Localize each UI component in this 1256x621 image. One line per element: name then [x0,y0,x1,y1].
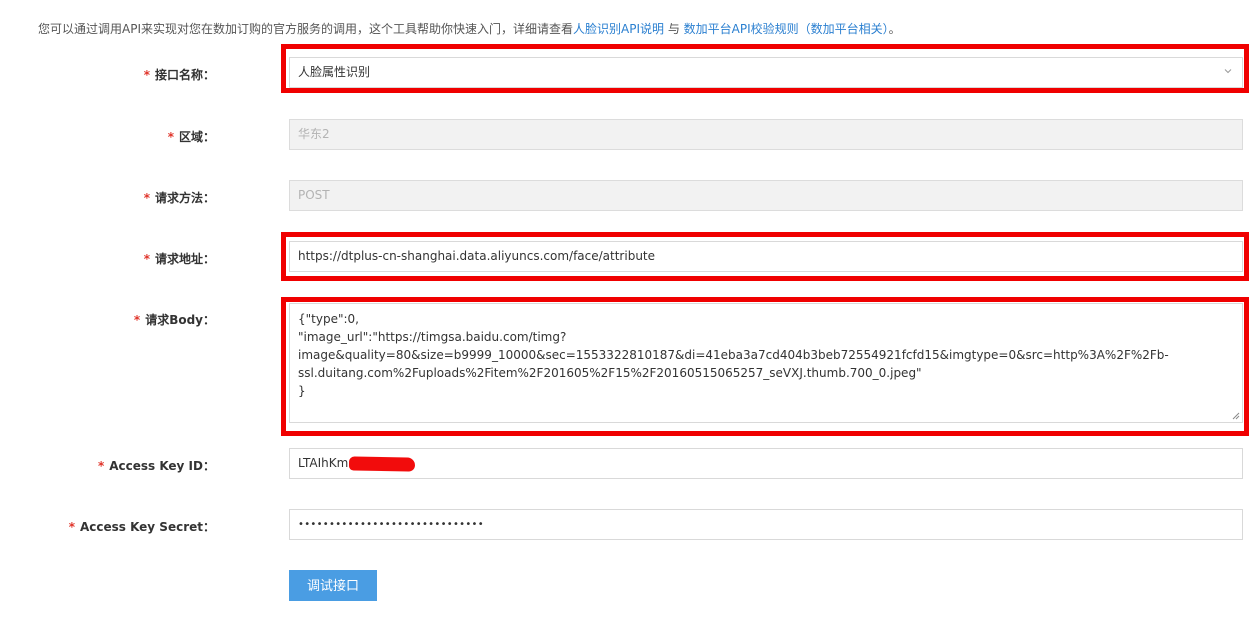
interface-select[interactable]: 人脸属性识别 [289,57,1243,88]
body-line: image&quality=80&size=b9999_10000&sec=15… [298,348,1169,362]
required-mark: * [68,520,75,534]
url-label-text: 请求地址： [154,252,215,266]
intro-end: 。 [888,22,901,36]
access-key-id-label: * Access Key ID： [98,457,215,474]
required-mark: * [133,313,141,327]
body-textarea[interactable]: {"type":0, "image_url":"https://timgsa.b… [289,303,1243,423]
face-api-doc-link[interactable]: 人脸识别API说明 [573,22,664,36]
url-input[interactable]: https://dtplus-cn-shanghai.data.aliyuncs… [289,241,1243,272]
body-line: ssl.duitang.com%2Fuploads%2Fitem%2F20160… [298,366,922,380]
url-label: * 请求地址： [144,250,215,267]
redaction-mark [348,456,416,472]
required-mark: * [143,252,150,266]
method-label-text: 请求方法： [154,191,215,205]
access-key-id-value: LTAIhKmn [298,456,356,470]
access-key-secret-input[interactable]: •••••••••••••••••••••••••••••• [289,509,1243,540]
resize-grip-icon[interactable] [1232,412,1240,420]
method-label: * 请求方法： [144,189,215,206]
access-key-secret-value: •••••••••••••••••••••••••••••• [298,519,484,530]
access-key-id-input[interactable]: LTAIhKmn [289,448,1243,479]
debug-interface-button[interactable]: 调试接口 [289,570,377,601]
access-key-secret-label-text: Access Key Secret： [79,520,215,534]
body-label-text: 请求Body： [145,313,215,327]
method-field: POST [289,180,1243,211]
interface-label-text: 接口名称： [154,68,215,82]
region-label: * 区域： [168,128,215,145]
api-verification-rules-link[interactable]: 数加平台API校验规则（数加平台相关） [684,22,889,36]
body-line: {"type":0, [298,312,359,326]
region-label-text: 区域： [178,130,215,144]
intro-and: 与 [664,22,684,36]
chevron-down-icon [1224,69,1232,74]
access-key-secret-label: * Access Key Secret： [69,518,215,535]
method-value: POST [298,188,330,202]
intro-text: 您可以通过调用API来实现对您在数加订购的官方服务的调用，这个工具帮助你快速入门… [38,20,901,37]
url-value: https://dtplus-cn-shanghai.data.aliyuncs… [298,249,656,263]
required-mark: * [143,191,150,205]
intro-description: 您可以通过调用API来实现对您在数加订购的官方服务的调用，这个工具帮助你快速入门… [38,22,573,36]
body-line: } [298,384,306,398]
region-value: 华东2 [298,127,330,141]
required-mark: * [97,459,105,473]
interface-select-value: 人脸属性识别 [298,65,371,79]
body-label: * 请求Body： [134,311,215,328]
required-mark: * [143,68,150,82]
body-line: "image_url":"https://timgsa.baidu.com/ti… [298,330,567,344]
region-field: 华东2 [289,119,1243,150]
required-mark: * [167,130,174,144]
access-key-id-label-text: Access Key ID： [109,459,215,473]
interface-label: * 接口名称： [144,66,215,83]
